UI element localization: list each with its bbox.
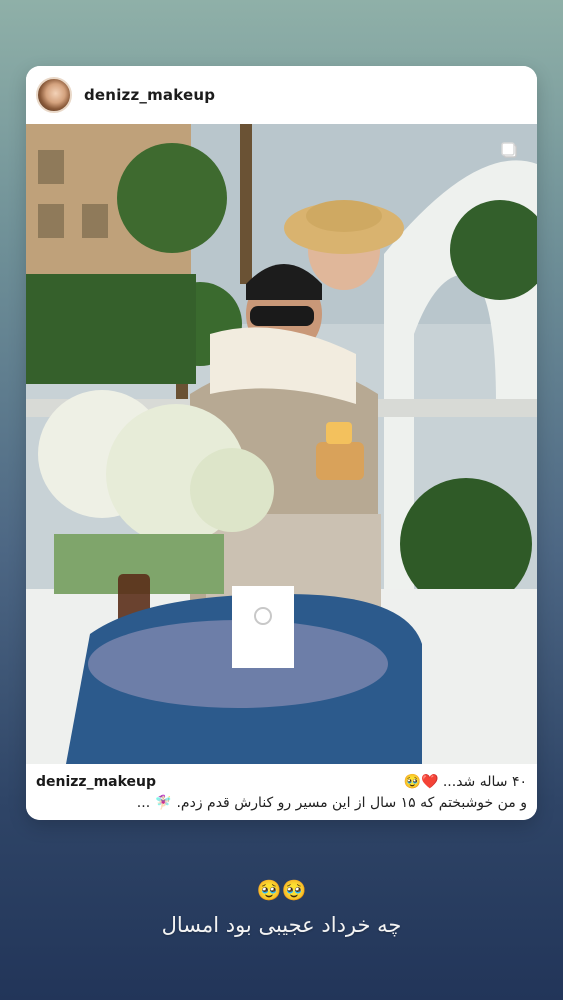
post-header: denizz_makeup	[26, 66, 537, 124]
story-card[interactable]: denizz_makeup denizz_makeup ۴۰ ساله شد..…	[26, 66, 537, 820]
caption-line-2: و من خوشبختم که ۱۵ سال از این مسیر رو کن…	[36, 795, 527, 815]
straw-hat-crown	[306, 200, 382, 232]
header-username[interactable]: denizz_makeup	[84, 86, 215, 104]
multi-photo-icon	[501, 142, 517, 158]
story-caption-text: چه خرداد عجیبی بود امسال	[161, 913, 402, 937]
cake-number-topper	[326, 422, 352, 444]
building-window-2	[38, 204, 64, 238]
caption-text-2: و من خوشبختم که ۱۵ سال از این مسیر رو کن…	[136, 795, 527, 811]
caption-username[interactable]: denizz_makeup	[36, 774, 156, 790]
caption-area: denizz_makeup ۴۰ ساله شد... ❤️🥹 و من خوش…	[26, 764, 537, 820]
story-emoji: 🥹🥹	[256, 878, 307, 902]
flower-bouquet-3	[190, 448, 274, 532]
post-photo-scene	[26, 124, 537, 764]
cake	[316, 442, 364, 480]
post-image	[26, 124, 537, 764]
gift-card	[232, 586, 294, 668]
caption-text-1: ۴۰ ساله شد... ❤️🥹	[403, 774, 527, 790]
building-window-3	[82, 204, 108, 238]
tree-canopy-1	[117, 143, 227, 253]
building-window-1	[38, 150, 64, 184]
caption-line-1: denizz_makeup ۴۰ ساله شد... ❤️🥹	[36, 771, 527, 793]
avatar-icon[interactable]	[36, 77, 72, 113]
tree-trunk-2	[240, 124, 252, 284]
hedge-left	[26, 274, 196, 384]
man-sunglasses	[250, 306, 314, 326]
story-text-overlay: 🥹🥹 چه خرداد عجیبی بود امسال	[0, 875, 563, 937]
